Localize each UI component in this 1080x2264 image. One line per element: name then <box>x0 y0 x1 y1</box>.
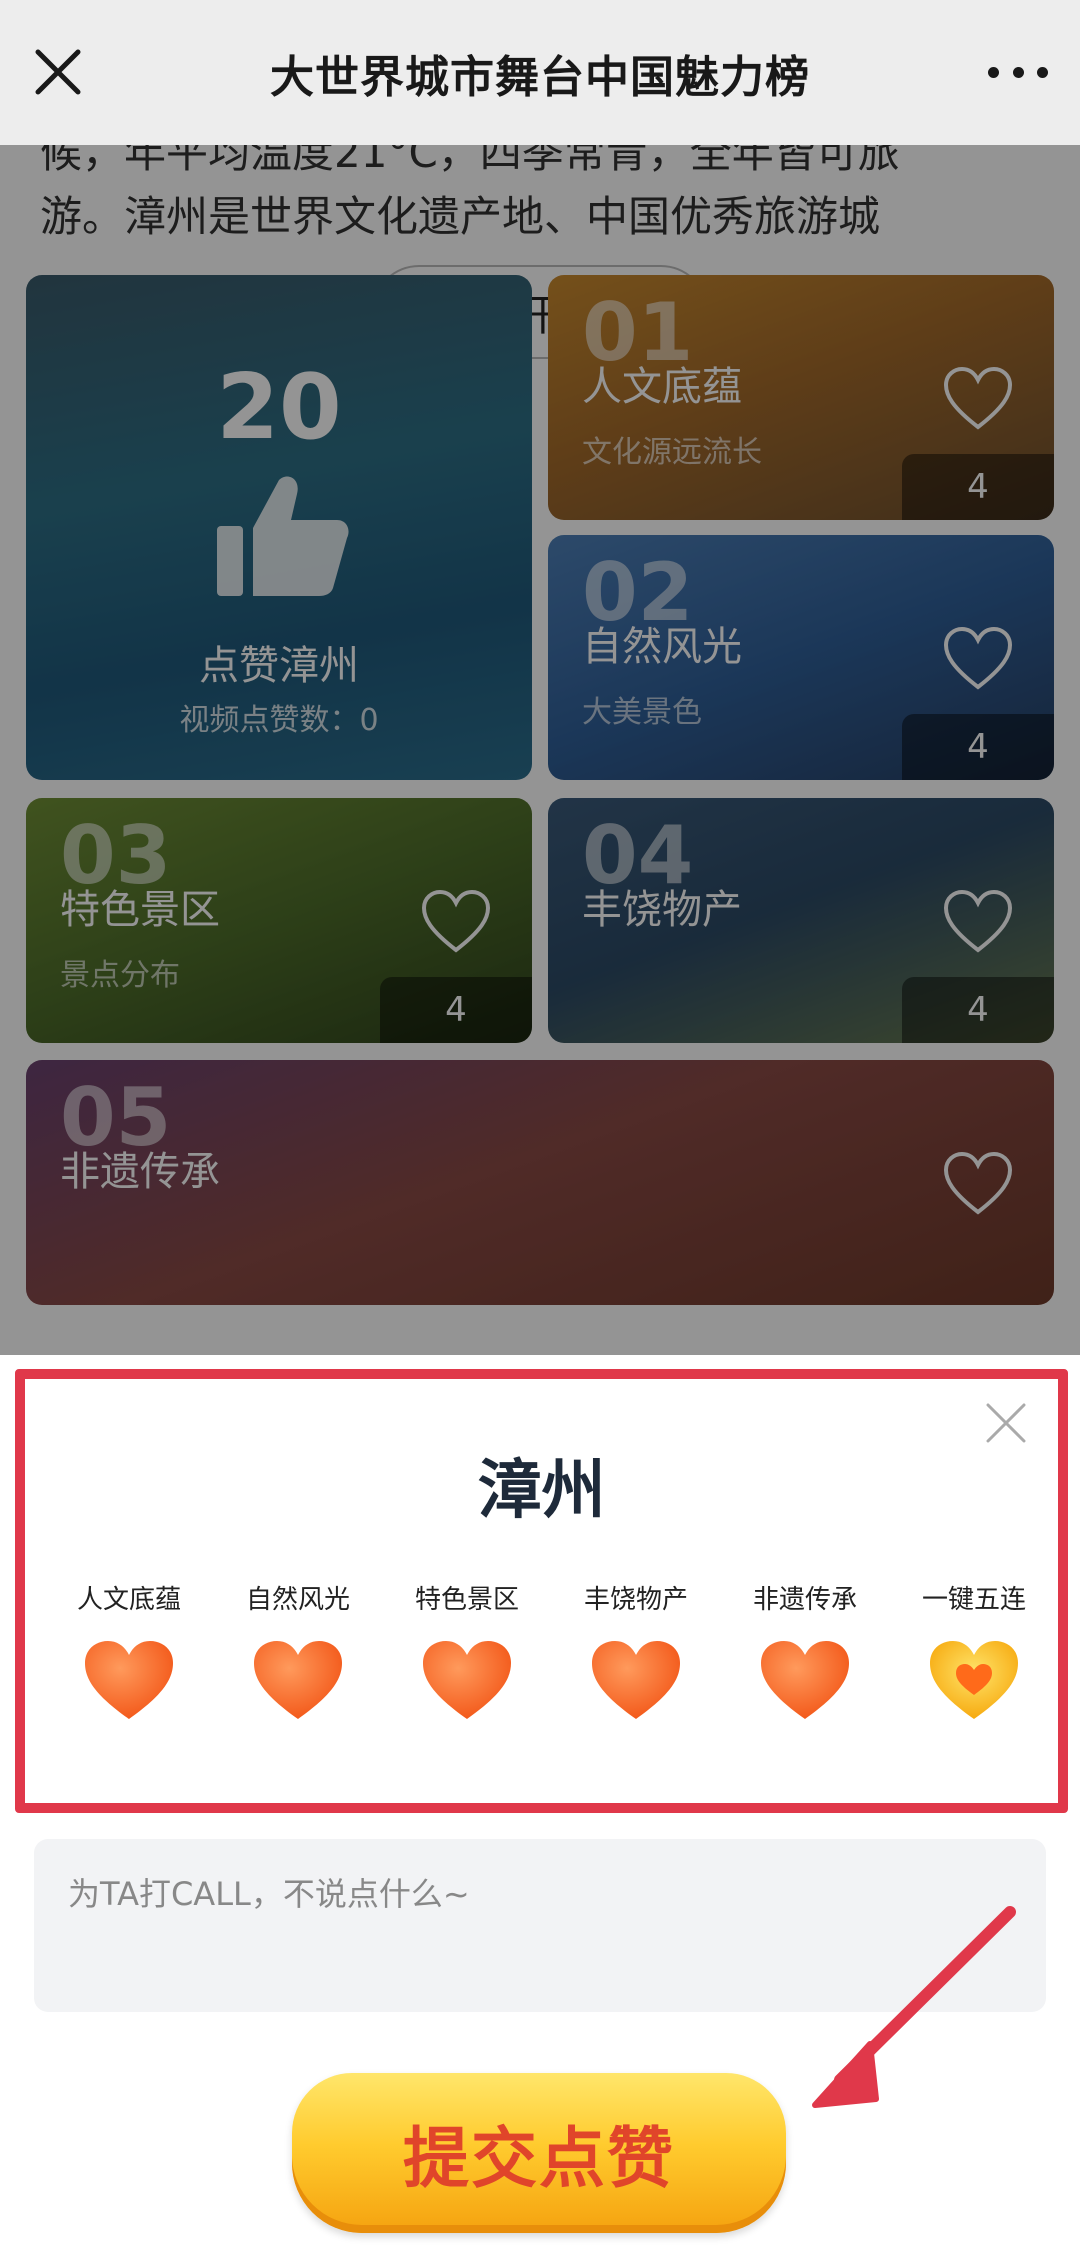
modal-backdrop[interactable] <box>0 0 1080 1355</box>
navigation-bar: 大世界城市舞台中国魅力榜 <box>0 0 1080 145</box>
comment-input[interactable]: 为TA打CALL，不说点什么~ <box>34 1839 1046 2012</box>
gold-heart-icon[interactable] <box>926 1637 1022 1723</box>
option-label: 一键五连 <box>921 1585 1026 1615</box>
more-icon[interactable] <box>982 48 1054 96</box>
like-bottom-sheet: 漳州 人文底蕴 自然风光 特色景区 丰饶物产 非遗传承 一键五连 为TA打CAL… <box>0 1355 1080 2264</box>
heart-icon[interactable] <box>250 1637 346 1723</box>
like-option-all-five[interactable]: 一键五连 <box>890 1579 1058 1723</box>
option-label: 丰饶物产 <box>583 1585 688 1615</box>
like-option-humanities[interactable]: 人文底蕴 <box>45 1579 213 1723</box>
like-option-heritage[interactable]: 非遗传承 <box>721 1579 889 1723</box>
option-label: 人文底蕴 <box>76 1585 181 1615</box>
page-title: 大世界城市舞台中国魅力榜 <box>270 51 810 103</box>
city-title: 漳州 <box>477 1454 606 1528</box>
option-label: 非遗传承 <box>752 1585 857 1615</box>
option-label: 自然风光 <box>245 1585 350 1615</box>
close-icon[interactable] <box>26 40 90 104</box>
submit-like-label: 提交点赞 <box>403 2120 675 2197</box>
like-options-panel: 漳州 人文底蕴 自然风光 特色景区 丰饶物产 非遗传承 一键五连 <box>15 1369 1068 1813</box>
submit-like-button[interactable]: 提交点赞 <box>292 2073 786 2233</box>
heart-icon[interactable] <box>81 1637 177 1723</box>
option-label: 特色景区 <box>414 1585 519 1615</box>
heart-icon[interactable] <box>588 1637 684 1723</box>
like-option-scenic[interactable]: 特色景区 <box>383 1579 551 1723</box>
like-option-nature[interactable]: 自然风光 <box>214 1579 382 1723</box>
heart-icon[interactable] <box>419 1637 515 1723</box>
like-option-products[interactable]: 丰饶物产 <box>552 1579 720 1723</box>
heart-icon[interactable] <box>757 1637 853 1723</box>
like-options: 人文底蕴 自然风光 特色景区 丰饶物产 非遗传承 一键五连 <box>45 1579 1058 1723</box>
comment-placeholder: 为TA打CALL，不说点什么~ <box>68 1875 470 1913</box>
